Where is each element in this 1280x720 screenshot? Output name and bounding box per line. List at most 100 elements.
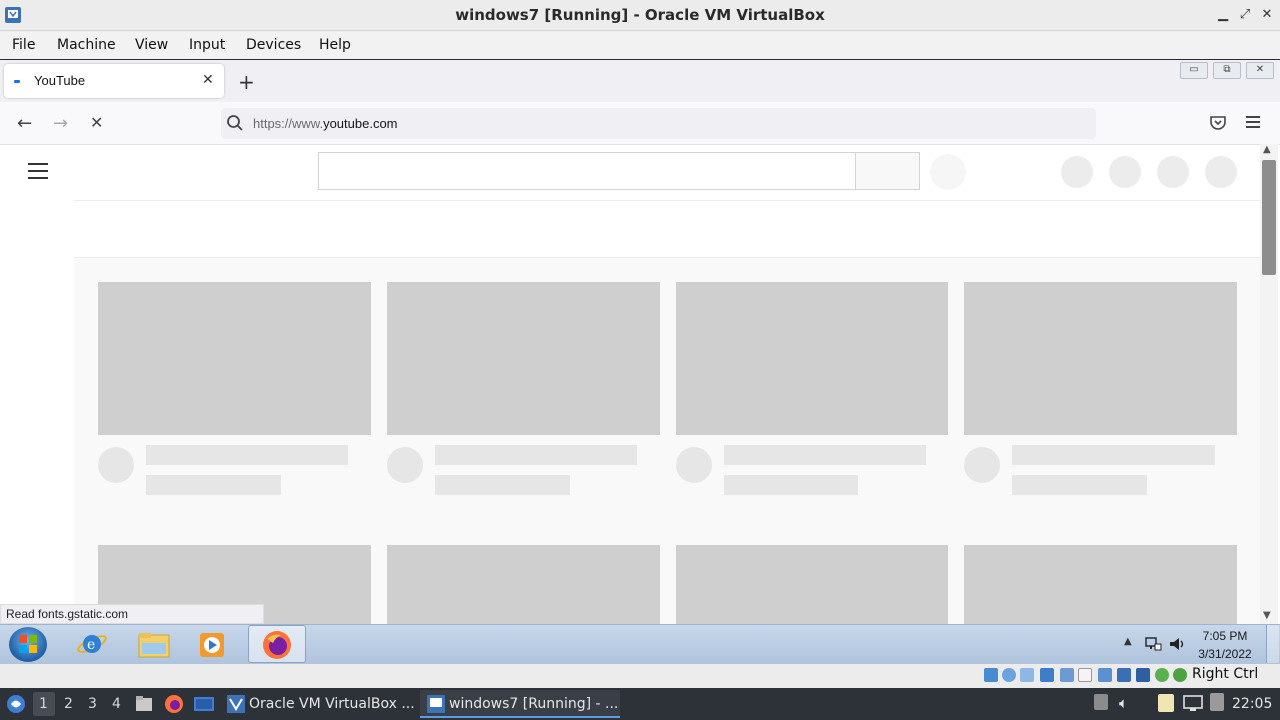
channel-avatar-placeholder <box>676 447 712 483</box>
mouse-integration-icon[interactable] <box>1173 668 1187 682</box>
pocket-icon[interactable] <box>1209 115 1227 131</box>
windows-taskbar <box>0 624 1280 665</box>
host-panel <box>0 688 1280 720</box>
title-placeholder <box>435 445 637 465</box>
host-task-virtualbox-manager[interactable]: Oracle VM VirtualBox ... <box>249 690 415 718</box>
app-launcher-icon[interactable] <box>6 694 26 714</box>
audio-icon[interactable] <box>1020 668 1034 682</box>
header-button-placeholder[interactable] <box>1061 156 1093 188</box>
video-thumbnail-placeholder[interactable] <box>98 282 371 435</box>
menu-file[interactable]: File <box>12 31 35 59</box>
search-icon <box>227 115 243 131</box>
windows-logo-icon <box>19 635 37 653</box>
guest-additions-icon[interactable] <box>1155 668 1169 682</box>
volume-icon[interactable]: 🔈︎ <box>1119 694 1128 712</box>
volume-icon[interactable] <box>1168 636 1186 652</box>
chip-bar <box>74 201 1260 257</box>
menu-machine[interactable]: Machine <box>57 31 116 59</box>
guest-minimize-icon[interactable]: ▭ <box>1180 62 1208 79</box>
firefox-launcher-icon[interactable] <box>164 694 184 714</box>
video-thumbnail-placeholder[interactable] <box>676 282 948 435</box>
new-tab-icon[interactable]: + <box>238 70 255 94</box>
meta-placeholder <box>146 475 281 495</box>
host-clock[interactable]: 22:05 <box>1232 696 1272 712</box>
display-icon[interactable] <box>1098 668 1112 682</box>
back-icon[interactable]: ← <box>17 113 32 134</box>
forward-icon[interactable]: → <box>53 113 68 134</box>
channel-avatar-placeholder <box>387 447 423 483</box>
firefox-icon <box>263 631 291 659</box>
monitor-icon[interactable] <box>1183 694 1203 712</box>
tab-title: YouTube <box>34 73 86 88</box>
video-thumbnail-placeholder[interactable] <box>676 545 948 624</box>
scroll-down-icon[interactable]: ▼ <box>1263 610 1271 621</box>
show-desktop-button[interactable] <box>1266 625 1279 663</box>
clipboard-icon[interactable] <box>1094 694 1108 710</box>
window-title: windows7 [Running] - Oracle VM VirtualBo… <box>455 6 825 24</box>
host-task-label: windows7 [Running] - ... <box>449 696 619 712</box>
meta-placeholder <box>1012 475 1147 495</box>
voice-search-icon[interactable] <box>930 154 966 190</box>
recording-icon[interactable] <box>1117 668 1131 682</box>
hard-disk-icon[interactable] <box>984 668 998 682</box>
guest-close-icon[interactable]: ✕ <box>1246 62 1274 79</box>
search-button[interactable] <box>856 152 920 190</box>
tab-close-icon[interactable]: ✕ <box>202 72 214 88</box>
url-scheme: https://www. <box>253 116 324 131</box>
header-button-placeholder[interactable] <box>1157 156 1189 188</box>
network-icon[interactable] <box>1144 636 1162 652</box>
meta-placeholder <box>724 475 858 495</box>
terminal-icon[interactable] <box>193 694 215 714</box>
title-placeholder <box>724 445 926 465</box>
cpu-icon[interactable] <box>1136 668 1150 682</box>
tray-expand-icon[interactable]: ▲ <box>1124 636 1132 647</box>
video-thumbnail-placeholder[interactable] <box>964 282 1237 435</box>
video-thumbnail-placeholder[interactable] <box>387 282 660 435</box>
workspace-3[interactable]: 3 <box>88 696 97 712</box>
video-thumbnail-placeholder[interactable] <box>964 545 1237 624</box>
minimize-icon[interactable]: ▁ <box>1214 6 1232 24</box>
header-button-placeholder[interactable] <box>1109 156 1141 188</box>
file-manager-icon[interactable] <box>134 694 154 714</box>
search-input[interactable] <box>318 152 856 190</box>
clock-time[interactable]: 7:05 PM <box>1190 629 1260 643</box>
menu-help[interactable]: Help <box>319 31 351 59</box>
optical-drive-icon[interactable] <box>1002 668 1016 682</box>
menu-devices[interactable]: Devices <box>246 31 301 59</box>
meta-placeholder <box>435 475 570 495</box>
scroll-up-icon[interactable]: ▲ <box>1263 144 1271 155</box>
virtualbox-vm-icon <box>427 695 445 713</box>
network-adapter-icon[interactable] <box>1040 668 1054 682</box>
app-menu-icon[interactable] <box>1246 116 1260 128</box>
workspace-2[interactable]: 2 <box>64 696 73 712</box>
file-explorer-icon[interactable] <box>137 631 171 659</box>
scrollbar-thumb[interactable] <box>1262 160 1276 275</box>
stop-loading-icon[interactable]: ✕ <box>90 113 103 132</box>
virtualbox-manager-icon <box>227 695 245 713</box>
title-placeholder <box>1012 445 1215 465</box>
menu-view[interactable]: View <box>135 31 168 59</box>
title-placeholder <box>146 445 348 465</box>
notes-icon[interactable] <box>1158 694 1174 712</box>
clock-date[interactable]: 3/31/2022 <box>1190 647 1260 661</box>
url-host: youtube.com <box>323 116 398 131</box>
channel-avatar-placeholder <box>964 447 1000 483</box>
svg-text:e: e <box>87 637 95 653</box>
internet-explorer-icon[interactable]: e <box>76 629 108 659</box>
channel-avatar-placeholder <box>98 447 134 483</box>
video-thumbnail-placeholder[interactable] <box>387 545 660 624</box>
url-text: https://www.youtube.com <box>253 116 398 131</box>
shared-folders-icon[interactable] <box>1078 668 1092 682</box>
workspace-4[interactable]: 4 <box>112 696 121 712</box>
guide-menu-icon[interactable] <box>28 163 48 184</box>
close-icon[interactable]: ✕ <box>1258 6 1276 24</box>
restore-icon[interactable]: ⤢ <box>1236 6 1254 24</box>
media-player-icon[interactable] <box>197 630 229 660</box>
workspace-1[interactable]: 1 <box>39 696 48 712</box>
notification-icon[interactable] <box>1210 693 1224 711</box>
usb-icon[interactable] <box>1060 668 1074 682</box>
avatar[interactable] <box>1205 156 1237 188</box>
menu-input[interactable]: Input <box>189 31 225 59</box>
status-text: Read fonts.gstatic.com <box>0 604 264 624</box>
guest-restore-icon[interactable]: ⧉ <box>1213 62 1241 79</box>
